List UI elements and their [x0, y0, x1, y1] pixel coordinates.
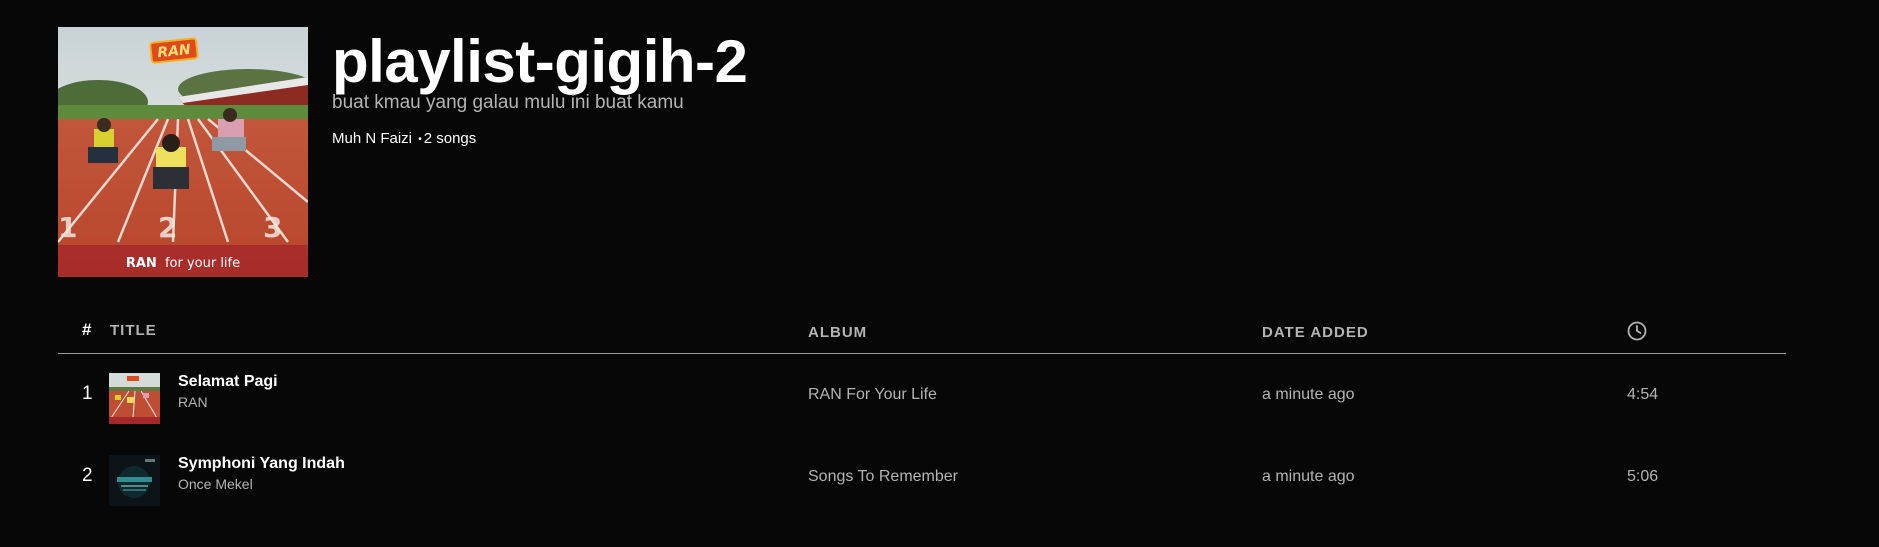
track-number: 2	[82, 465, 93, 486]
track-album-art	[109, 373, 160, 424]
svg-text:3: 3	[263, 211, 282, 244]
column-header-album[interactable]: ALBUM	[808, 324, 867, 341]
svg-text:2: 2	[158, 211, 177, 244]
playlist-meta: Muh N Faizi • 2 songs	[332, 129, 747, 150]
tracklist-header: # TITLE ALBUM DATE ADDED	[58, 312, 1786, 354]
column-header-title[interactable]: TITLE	[110, 322, 157, 339]
svg-text:1: 1	[58, 211, 77, 244]
track-duration: 4:54	[1627, 386, 1659, 403]
cover-caption-artist: RAN	[126, 256, 157, 271]
playlist-page: 1 2 3 RAN RAN for your life playlist-gig…	[0, 0, 1879, 547]
track-album[interactable]: RAN For Your Life	[808, 386, 937, 404]
meta-separator: •	[418, 134, 422, 145]
track-row[interactable]: 1 Selamat Pagi RAN RAN For Your Life a m…	[58, 365, 1786, 425]
clock-icon[interactable]	[1626, 320, 1648, 346]
track-number: 1	[82, 383, 93, 404]
track-title[interactable]: Selamat Pagi	[178, 373, 278, 391]
track-date-added: a minute ago	[1262, 468, 1355, 485]
track-row[interactable]: 2 Symphoni Yang Indah Once Mekel Songs T…	[58, 447, 1786, 507]
playlist-title: playlist-gigih-2	[332, 28, 748, 95]
playlist-owner[interactable]: Muh N Faizi	[332, 130, 412, 147]
playlist-cover-image: 1 2 3 RAN RAN for your life	[58, 27, 308, 277]
playlist-song-count: 2 songs	[423, 130, 477, 147]
track-title[interactable]: Symphoni Yang Indah	[178, 455, 345, 473]
cover-caption-album: for your life	[165, 256, 240, 271]
column-header-date-added[interactable]: DATE ADDED	[1262, 324, 1369, 341]
column-header-number: #	[82, 320, 93, 339]
track-album-art	[109, 455, 160, 506]
track-duration: 5:06	[1627, 468, 1659, 485]
track-album[interactable]: Songs To Remember	[808, 468, 958, 486]
track-artist[interactable]: Once Mekel	[178, 476, 253, 492]
track-artist[interactable]: RAN	[178, 394, 208, 410]
svg-text:RAN for your life: RAN for your life	[126, 256, 240, 271]
track-date-added: a minute ago	[1262, 386, 1355, 403]
playlist-header: playlist-gigih-2 buat kmau yang galau mu…	[332, 28, 748, 150]
